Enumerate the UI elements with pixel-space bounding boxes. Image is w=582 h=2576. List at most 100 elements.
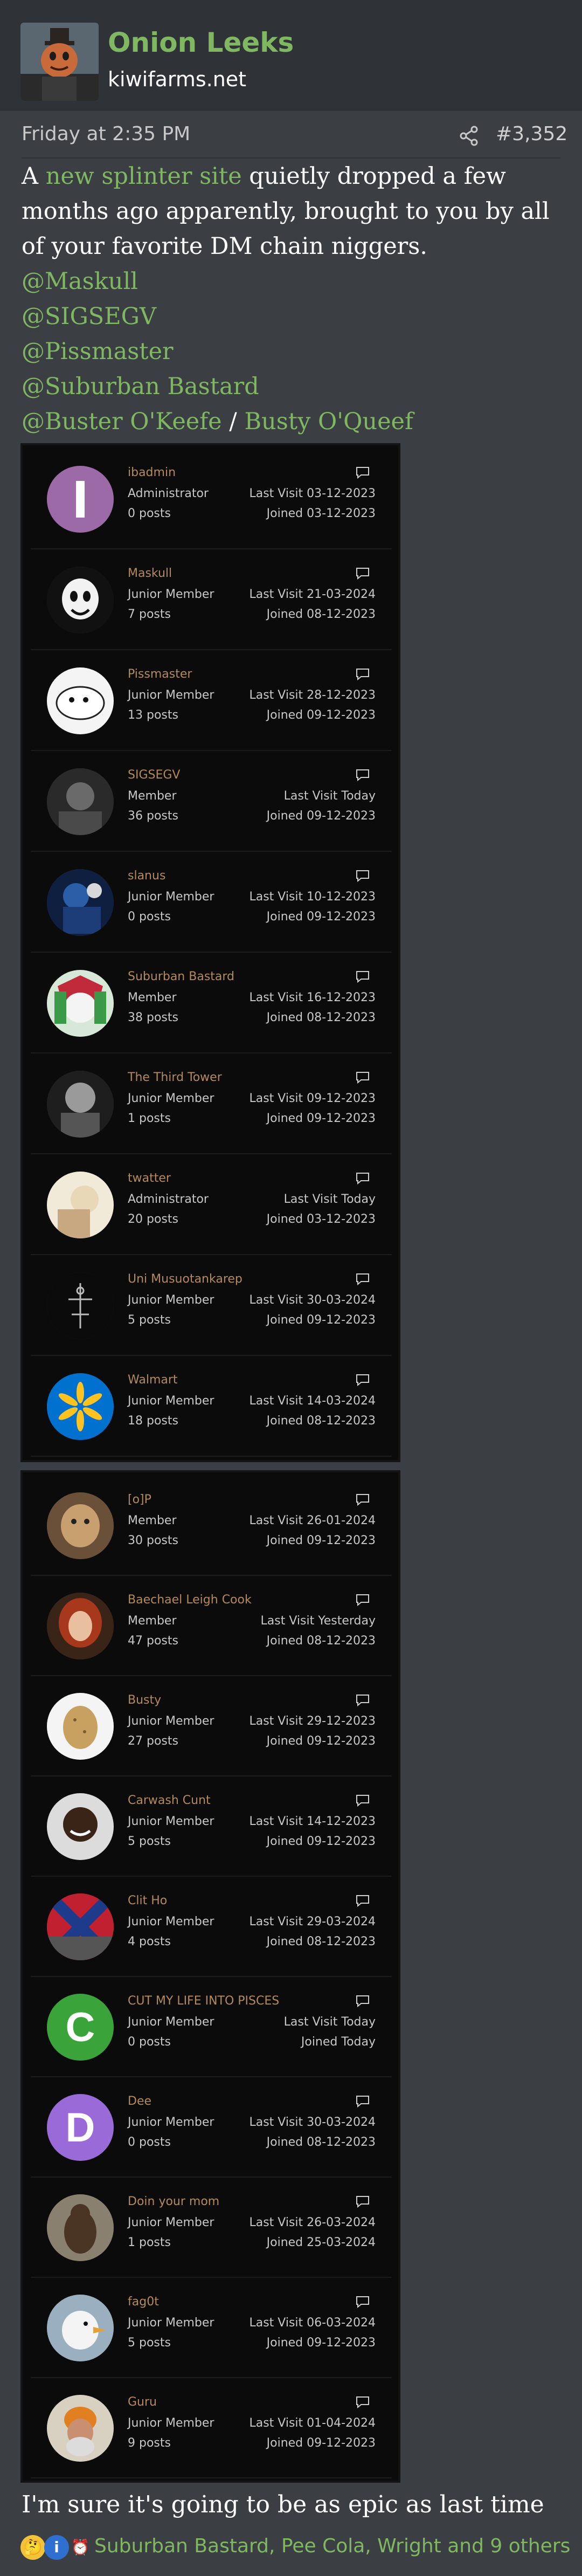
member-avatar[interactable] bbox=[47, 1793, 114, 1860]
member-name[interactable]: Baechael Leigh Cook bbox=[128, 1593, 252, 1607]
member-row[interactable]: Clit Ho Junior Member 4 posts Last Visit 29… bbox=[31, 1877, 392, 1977]
member-row[interactable]: twatter Administrator 20 posts Last Visit T… bbox=[31, 1154, 392, 1255]
member-row[interactable]: Pissmaster Junior Member 13 posts Last Visi… bbox=[31, 650, 392, 751]
member-joined: Joined 09-12-2023 bbox=[266, 1112, 376, 1126]
member-name[interactable]: slanus bbox=[128, 869, 165, 883]
member-avatar[interactable] bbox=[47, 2395, 114, 2462]
post-meta: Friday at 2:35 PM #3,352 bbox=[22, 123, 567, 150]
member-row[interactable]: D Dee Junior Member 0 posts Last Visit 30-03… bbox=[31, 2077, 392, 2178]
member-avatar[interactable] bbox=[47, 869, 114, 936]
reaction-users[interactable]: Suburban Bastard, Pee Cola, Wright and 9… bbox=[94, 2535, 570, 2557]
mention-sigsegv[interactable]: @SIGSEGV bbox=[22, 299, 566, 334]
share-icon[interactable] bbox=[458, 125, 480, 147]
member-avatar[interactable] bbox=[47, 2194, 114, 2261]
member-name[interactable]: Walmart bbox=[128, 1373, 178, 1387]
member-name[interactable]: SIGSEGV bbox=[128, 768, 180, 782]
message-icon[interactable] bbox=[355, 1493, 370, 1506]
member-row[interactable]: SIGSEGV Member 36 posts Last Visit Today Joi… bbox=[31, 751, 392, 852]
message-icon[interactable] bbox=[355, 2295, 370, 2308]
avatar[interactable] bbox=[20, 23, 99, 101]
member-row[interactable]: Baechael Leigh Cook Member 47 posts Last Vi… bbox=[31, 1576, 392, 1676]
member-avatar[interactable] bbox=[47, 1272, 114, 1339]
member-name[interactable]: The Third Tower bbox=[128, 1071, 222, 1084]
member-list-screenshot-2[interactable]: [o]P Member 30 posts Last Visit 26-01-2024 J… bbox=[20, 1470, 400, 2483]
member-avatar[interactable]: D bbox=[47, 2094, 114, 2161]
member-name[interactable]: Suburban Bastard bbox=[128, 970, 234, 983]
member-joined: Joined 25-03-2024 bbox=[266, 2235, 376, 2249]
member-row[interactable]: Uni Musuotankarep Junior Member 5 posts Las… bbox=[31, 1255, 392, 1356]
member-name[interactable]: Clit Ho bbox=[128, 1894, 167, 1907]
mention-pissmaster[interactable]: @Pissmaster bbox=[22, 334, 566, 369]
member-row[interactable]: ibadmin Administrator 0 posts Last Visit 03… bbox=[31, 449, 392, 549]
member-row[interactable]: C CUT MY LIFE INTO PISCES Junior Member 0 p… bbox=[31, 1977, 392, 2077]
member-avatar[interactable] bbox=[47, 566, 114, 633]
member-name[interactable]: [o]P bbox=[128, 1493, 151, 1506]
mention-busty-oqueef[interactable]: Busty O'Queef bbox=[244, 408, 413, 435]
username[interactable]: Onion Leeks bbox=[108, 27, 294, 58]
message-icon[interactable] bbox=[355, 567, 370, 580]
member-name[interactable]: Guru bbox=[128, 2395, 157, 2409]
member-name[interactable]: Maskull bbox=[128, 567, 172, 580]
member-avatar[interactable] bbox=[47, 1070, 114, 1138]
mention-suburban-bastard[interactable]: @Suburban Bastard bbox=[22, 369, 566, 404]
member-row[interactable]: Suburban Bastard Member 38 posts Last Visit… bbox=[31, 953, 392, 1053]
member-row[interactable]: Walmart Junior Member 18 posts Last Visit 1… bbox=[31, 1356, 392, 1457]
member-avatar[interactable] bbox=[47, 1373, 114, 1440]
member-avatar[interactable] bbox=[47, 2295, 114, 2361]
member-name[interactable]: twatter bbox=[128, 1172, 171, 1185]
message-icon[interactable] bbox=[355, 1693, 370, 1706]
member-row[interactable]: Maskull Junior Member 7 posts Last Visit 21… bbox=[31, 549, 392, 650]
post-timestamp[interactable]: Friday at 2:35 PM bbox=[22, 123, 190, 145]
member-name[interactable]: Uni Musuotankarep bbox=[128, 1272, 242, 1286]
member-avatar[interactable]: C bbox=[47, 1994, 114, 2061]
member-role: Member bbox=[128, 991, 177, 1005]
member-avatar[interactable] bbox=[47, 1171, 114, 1238]
post-number[interactable]: #3,352 bbox=[496, 123, 567, 145]
member-name[interactable]: Doin your mom bbox=[128, 2195, 219, 2208]
message-icon[interactable] bbox=[355, 1071, 370, 1084]
member-row[interactable]: Busty Junior Member 27 posts Last Visit 29-… bbox=[31, 1676, 392, 1776]
message-icon[interactable] bbox=[355, 1272, 370, 1285]
member-row[interactable]: The Third Tower Junior Member 1 posts Last … bbox=[31, 1053, 392, 1154]
message-icon[interactable] bbox=[355, 1172, 370, 1184]
member-name[interactable]: Carwash Cunt bbox=[128, 1794, 211, 1807]
member-avatar[interactable] bbox=[47, 465, 114, 533]
member-name[interactable]: fag0t bbox=[128, 2295, 159, 2309]
member-avatar[interactable] bbox=[47, 1893, 114, 1960]
message-icon[interactable] bbox=[355, 1894, 370, 1907]
message-icon[interactable] bbox=[355, 970, 370, 983]
mention-maskull[interactable]: @Maskull bbox=[22, 264, 566, 299]
message-icon[interactable] bbox=[355, 869, 370, 882]
message-icon[interactable] bbox=[355, 1593, 370, 1606]
member-avatar[interactable] bbox=[47, 667, 114, 734]
member-avatar[interactable] bbox=[47, 1693, 114, 1760]
member-avatar[interactable] bbox=[47, 1492, 114, 1559]
member-avatar[interactable] bbox=[47, 1593, 114, 1659]
member-name[interactable]: CUT MY LIFE INTO PISCES bbox=[128, 1994, 279, 2008]
message-icon[interactable] bbox=[355, 768, 370, 781]
member-list-screenshot-1[interactable]: ibadmin Administrator 0 posts Last Visit 03… bbox=[20, 443, 400, 1462]
member-avatar[interactable] bbox=[47, 969, 114, 1037]
splinter-site-link[interactable]: new splinter site bbox=[46, 163, 242, 190]
message-icon[interactable] bbox=[355, 466, 370, 479]
member-row[interactable]: slanus Junior Member 0 posts Last Visit 10-… bbox=[31, 852, 392, 953]
message-icon[interactable] bbox=[355, 667, 370, 680]
member-name[interactable]: ibadmin bbox=[128, 466, 176, 479]
member-row[interactable]: Carwash Cunt Junior Member 5 posts Last Vis… bbox=[31, 1776, 392, 1877]
message-icon[interactable] bbox=[355, 2095, 370, 2107]
mention-buster-okeefe[interactable]: @Buster O'Keefe bbox=[22, 408, 222, 435]
member-name[interactable]: Dee bbox=[128, 2095, 151, 2108]
member-row[interactable]: Guru Junior Member 9 posts Last Visit 01-04… bbox=[31, 2378, 392, 2478]
message-icon[interactable] bbox=[355, 2195, 370, 2208]
message-icon[interactable] bbox=[355, 1794, 370, 1807]
member-avatar[interactable] bbox=[47, 768, 114, 835]
message-icon[interactable] bbox=[355, 1994, 370, 2007]
member-row[interactable]: [o]P Member 30 posts Last Visit 26-01-2024 J… bbox=[31, 1476, 392, 1576]
member-row[interactable]: fag0t Junior Member 5 posts Last Visit 06-0… bbox=[31, 2278, 392, 2378]
message-icon[interactable] bbox=[355, 2395, 370, 2408]
member-row[interactable]: Doin your mom Junior Member 1 posts Last Vi… bbox=[31, 2178, 392, 2278]
member-name[interactable]: Busty bbox=[128, 1693, 161, 1707]
member-role: Member bbox=[128, 1614, 177, 1628]
message-icon[interactable] bbox=[355, 1373, 370, 1386]
member-name[interactable]: Pissmaster bbox=[128, 667, 192, 681]
